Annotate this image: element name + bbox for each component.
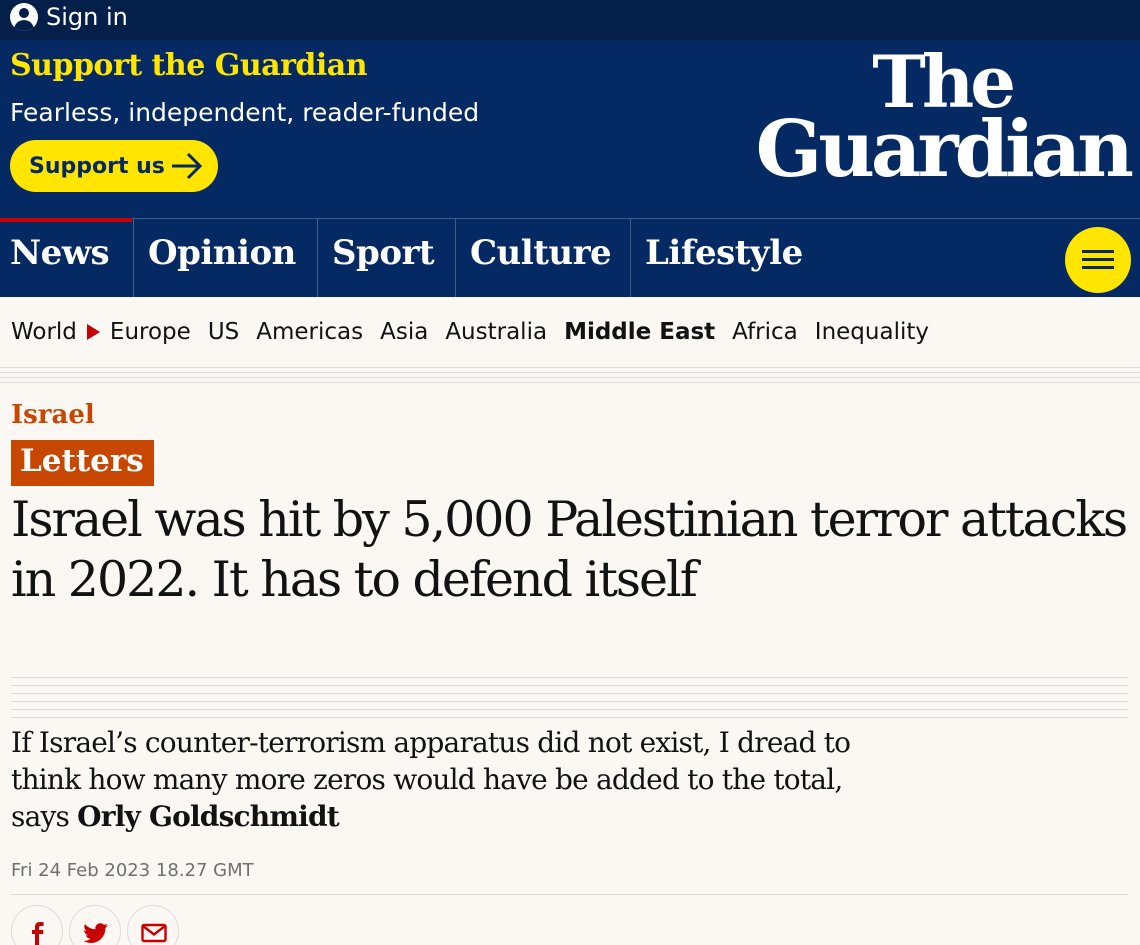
letters-badge[interactable]: Letters [11, 440, 154, 486]
section-divider [0, 367, 1140, 383]
subnav-world[interactable]: World [11, 319, 77, 345]
nav-sport-label: Sport [332, 233, 435, 273]
guardian-logo[interactable]: The Guardian [755, 46, 1134, 195]
share-email-button[interactable] [127, 905, 179, 945]
subnav-us[interactable]: US [208, 319, 239, 345]
top-bar: Sign in [0, 0, 1140, 40]
subnav-americas[interactable]: Americas [256, 319, 363, 345]
triangle-right-icon [86, 324, 100, 340]
series-kicker[interactable]: Israel [11, 400, 95, 430]
nav-culture-label: Culture [470, 233, 612, 273]
nav-sport[interactable]: Sport [317, 219, 455, 297]
standfirst: If Israel’s counter-terrorism apparatus … [11, 724, 871, 835]
date-divider [11, 894, 1128, 895]
author-link[interactable]: Orly Goldschmidt [77, 800, 340, 833]
share-twitter-button[interactable] [69, 905, 121, 945]
subnav-australia[interactable]: Australia [445, 319, 547, 345]
nav-lifestyle-label: Lifestyle [645, 233, 803, 273]
logo-line-guardian: Guardian [755, 103, 1134, 195]
menu-button[interactable] [1065, 227, 1131, 293]
subnav-inequality[interactable]: Inequality [815, 319, 929, 345]
publish-date: Fri 24 Feb 2023 18.27 GMT [11, 860, 254, 881]
support-us-label: Support us [29, 153, 165, 179]
user-icon [10, 3, 38, 31]
share-facebook-button[interactable] [11, 905, 63, 945]
masthead: Support the Guardian Fearless, independe… [0, 40, 1140, 218]
arrow-right-icon [172, 152, 203, 180]
subnav-middle-east[interactable]: Middle East [564, 319, 715, 345]
nav-opinion[interactable]: Opinion [133, 219, 317, 297]
section-subnav: World Europe US Americas Asia Australia … [0, 297, 1140, 367]
hamburger-icon-bar [1082, 258, 1114, 261]
hamburger-icon-bar [1082, 266, 1114, 269]
support-subtitle: Fearless, independent, reader-funded [10, 98, 480, 127]
nav-opinion-label: Opinion [148, 233, 296, 273]
subnav-europe[interactable]: Europe [110, 319, 191, 345]
subnav-asia[interactable]: Asia [380, 319, 428, 345]
facebook-icon [32, 922, 44, 945]
email-icon [141, 923, 167, 943]
support-us-button[interactable]: Support us [10, 140, 218, 192]
sign-in-label: Sign in [46, 3, 128, 31]
headline-divider [11, 677, 1128, 722]
nav-lifestyle[interactable]: Lifestyle [630, 219, 830, 297]
nav-news-label: News [10, 233, 110, 273]
nav-news[interactable]: News [0, 218, 133, 297]
subnav-africa[interactable]: Africa [732, 319, 798, 345]
support-title: Support the Guardian [10, 48, 368, 83]
pillar-nav: News Opinion Sport Culture Lifestyle [0, 218, 1140, 297]
twitter-icon [83, 923, 108, 943]
nav-culture[interactable]: Culture [455, 219, 630, 297]
article-headline: Israel was hit by 5,000 Palestinian terr… [11, 491, 1128, 608]
sign-in-link[interactable]: Sign in [10, 3, 128, 31]
hamburger-icon [1082, 250, 1114, 253]
